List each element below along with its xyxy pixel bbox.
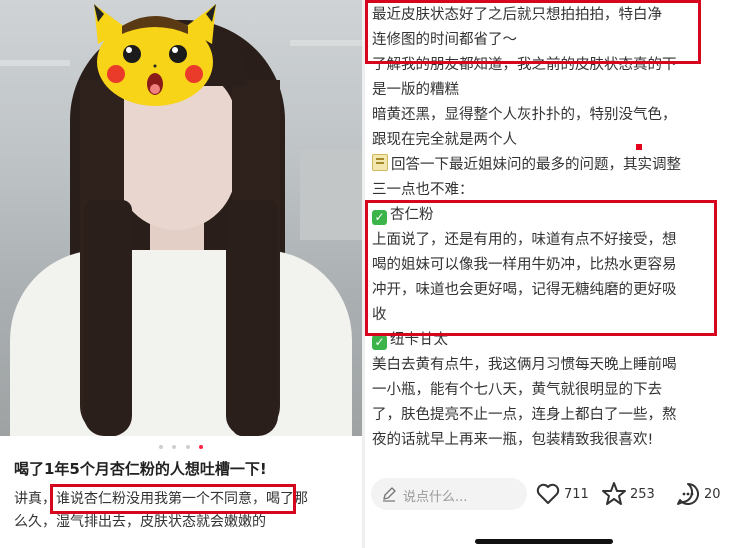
carousel-dot[interactable] [159, 445, 164, 449]
paragraph-line: 暗黄还黑，显得整个人灰扑扑的，特别没气色， [372, 107, 677, 123]
cabinet [300, 150, 362, 240]
body-line: 么久，湿气排出去，皮肤状态就会嫩嫩的 [14, 514, 266, 530]
star-icon [602, 482, 626, 505]
left-post-panel: 喝了1年5个月杏仁粉的人想吐槽一下! 讲真，谁说杏仁粉没用我第一个不同意，喝了那… [0, 0, 362, 548]
paragraph-line: 回答一下最近姐妹问的最多的问题，其实调整 [372, 153, 724, 178]
shirt [10, 250, 352, 436]
like-button[interactable]: 711 [535, 480, 589, 508]
paragraph-line: 夜的话就早上再来一瓶，包装精致我很喜欢! [372, 432, 654, 448]
post-photo[interactable] [0, 0, 362, 436]
paragraph-line: 了，肤色提亮不止一点，连身上都白了一些，熬 [372, 407, 677, 423]
post-title: 喝了1年5个月杏仁粉的人想吐槽一下! [14, 460, 267, 478]
checkmark-icon: ✓ [372, 335, 387, 350]
carousel-dot-active[interactable] [198, 445, 203, 449]
like-count: 711 [564, 486, 589, 502]
pencil-icon [383, 487, 396, 502]
collect-count: 253 [630, 486, 655, 502]
shelf [290, 40, 362, 46]
highlight-box [365, 200, 717, 336]
comment-button[interactable]: 20 [675, 480, 721, 508]
paragraph-line: 一小瓶，能有个七八天，黄气就很明显的下去 [372, 382, 662, 398]
pikachu-face-sticker [94, 4, 216, 106]
comment-count: 20 [704, 486, 721, 502]
hair-front-left [84, 200, 132, 436]
highlight-box [50, 484, 296, 514]
comment-icon [677, 483, 699, 505]
right-post-panel: 最近皮肤状态好了之后就只想拍拍拍，特白净 连修图的时间都省了～ 了解我的朋友都知… [365, 0, 730, 548]
carousel-dot[interactable] [185, 445, 190, 449]
comment-input[interactable]: 说点什么... [371, 478, 527, 510]
carousel-dot[interactable] [172, 445, 177, 449]
memo-icon [372, 154, 388, 171]
paragraph-line: 是一版的糟糕 [372, 82, 459, 98]
bottom-action-bar: 说点什么... 711 253 20 [365, 470, 730, 548]
collect-button[interactable]: 253 [601, 480, 655, 508]
red-marker [636, 144, 642, 150]
home-indicator [475, 539, 613, 544]
comment-placeholder: 说点什么... [403, 490, 468, 505]
paragraph-line: 美白去黄有点牛，我这俩月习惯每天晚上睡前喝 [372, 357, 677, 373]
heart-icon [536, 483, 560, 504]
hair-front-right [226, 200, 278, 436]
carousel-indicator[interactable] [0, 441, 362, 449]
highlight-box [365, 0, 701, 64]
shelf [0, 60, 70, 66]
paragraph-text: 回答一下最近姐妹问的最多的问题，其实调整 [391, 157, 681, 173]
paragraph-line: 跟现在完全就是两个人 [372, 132, 517, 148]
